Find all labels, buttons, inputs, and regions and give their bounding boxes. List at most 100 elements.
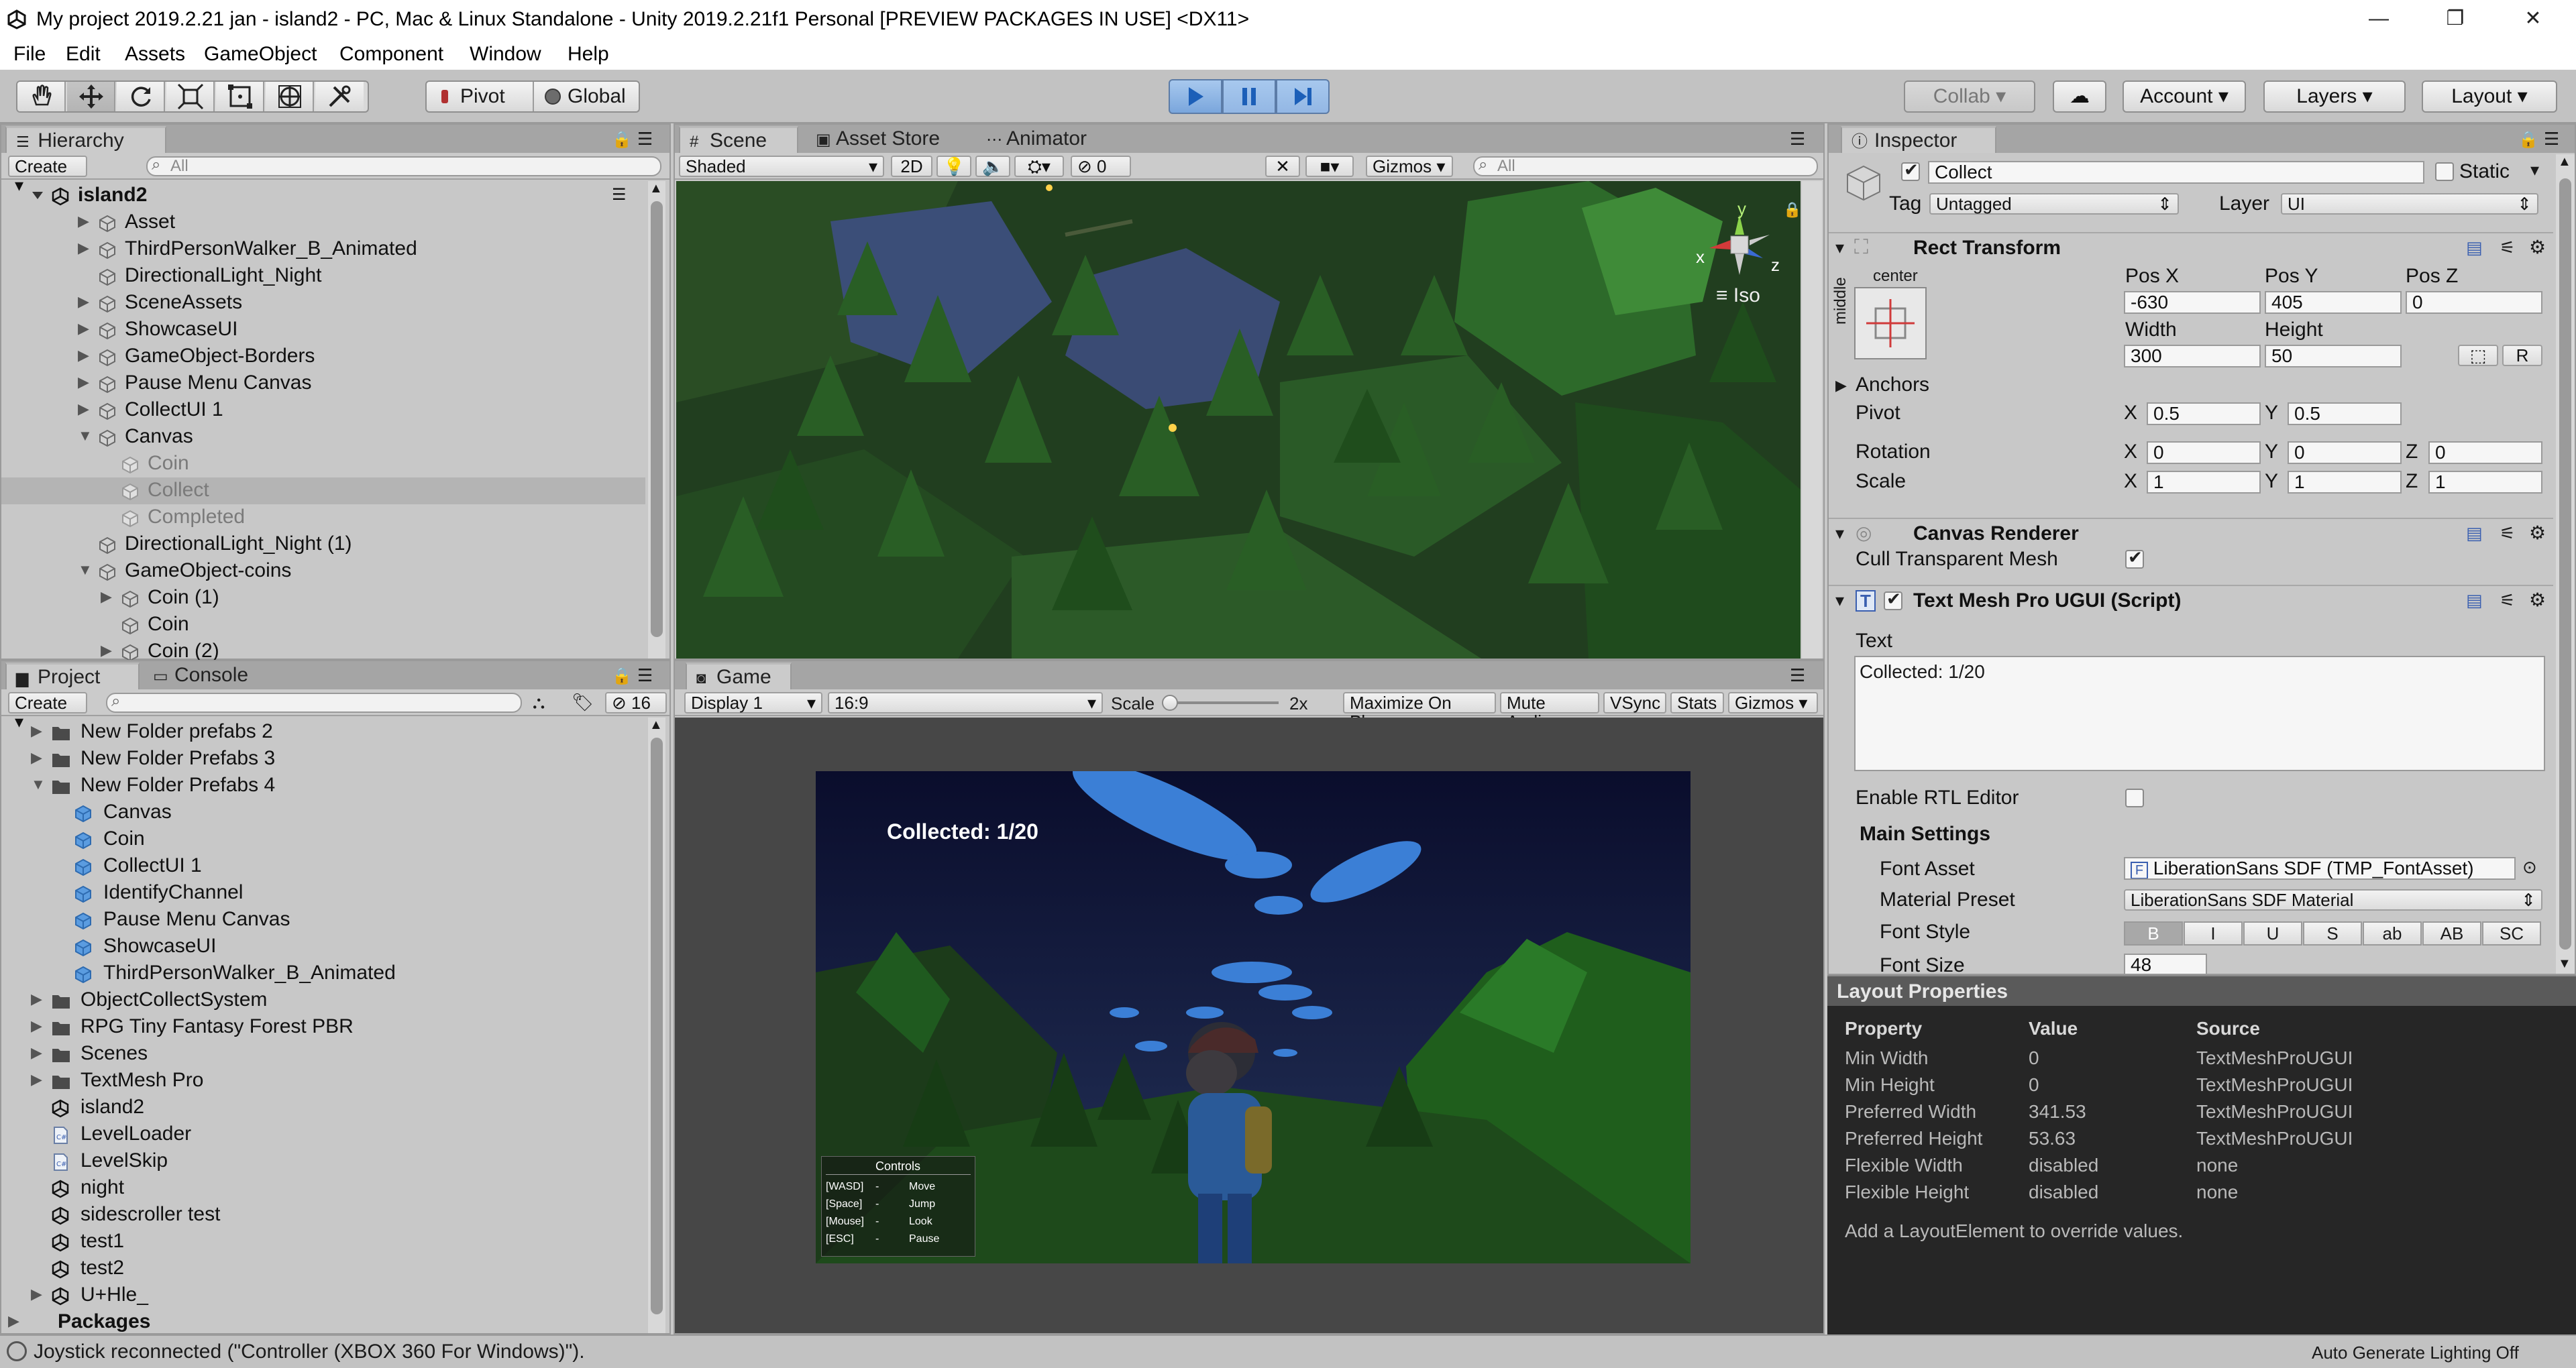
font-size-field[interactable]: 48: [2124, 954, 2207, 974]
project-item[interactable]: C# LevelSkip: [1, 1148, 645, 1175]
raw-edit-button[interactable]: R: [2502, 345, 2542, 366]
scale-slider[interactable]: [1162, 695, 1279, 711]
hand-tool-icon[interactable]: [17, 82, 66, 111]
rtl-editor-checkbox[interactable]: [2125, 789, 2144, 807]
font-style-button[interactable]: ab: [2363, 921, 2422, 946]
menu-gameobject[interactable]: GameObject: [204, 43, 317, 66]
scroll-down-icon[interactable]: ▼: [2558, 956, 2571, 972]
move-tool-icon[interactable]: [67, 82, 115, 111]
font-asset-field[interactable]: F LiberationSans SDF (TMP_FontAsset): [2124, 857, 2516, 880]
rot-z-field[interactable]: 0: [2428, 441, 2542, 464]
scroll-up-icon[interactable]: ▲: [2558, 154, 2571, 170]
project-item[interactable]: island2: [1, 1094, 645, 1121]
help-book-icon[interactable]: ▤: [2466, 523, 2483, 544]
scale-y-field[interactable]: 1: [2288, 471, 2402, 494]
custom-tool-icon[interactable]: [315, 82, 364, 111]
font-style-button[interactable]: S: [2303, 921, 2362, 946]
layer-dropdown[interactable]: UI ⇕: [2281, 193, 2538, 215]
tab-animator[interactable]: ⋯ Animator: [977, 126, 1096, 153]
menu-assets[interactable]: Assets: [125, 43, 185, 66]
tab-scene[interactable]: # Scene: [679, 126, 798, 153]
panel-menu-icon[interactable]: ☰: [2544, 129, 2559, 150]
hierarchy-item[interactable]: ▶ ShowcaseUI: [1, 317, 645, 343]
hierarchy-item[interactable]: Collect: [1, 477, 645, 504]
mute-audio-toggle[interactable]: Mute Audio: [1500, 692, 1599, 731]
project-item[interactable]: test2: [1, 1255, 645, 1282]
hierarchy-create-dropdown[interactable]: Create ▾: [8, 156, 87, 194]
collapsed-arrow-icon[interactable]: ▶: [78, 401, 91, 417]
static-checkbox[interactable]: [2435, 162, 2454, 181]
project-item[interactable]: ▶ Packages: [1, 1309, 645, 1333]
lock-icon[interactable]: 🔒: [612, 667, 632, 686]
rect-tool-icon[interactable]: [216, 82, 264, 111]
anchor-preset-button[interactable]: [1854, 287, 1927, 359]
scene-root-row[interactable]: island2 ☰: [1, 182, 645, 209]
help-book-icon[interactable]: ▤: [2466, 590, 2483, 611]
project-create-dropdown[interactable]: Create ▾: [8, 692, 87, 731]
hierarchy-item[interactable]: ▶ SceneAssets: [1, 290, 645, 317]
preset-sliders-icon[interactable]: ⚟: [2500, 237, 2515, 258]
search-by-label-icon[interactable]: 🏷: [572, 692, 594, 713]
lighting-icon[interactable]: 💡: [936, 156, 971, 177]
project-item[interactable]: ▶ New Folder Prefabs 3: [1, 746, 645, 773]
hierarchy-item[interactable]: ▶ GameObject-Borders: [1, 343, 645, 370]
collapsed-arrow-icon[interactable]: ▶: [31, 1286, 44, 1302]
panel-menu-icon[interactable]: ☰: [1790, 129, 1805, 150]
tmp-header[interactable]: ▾ T Text Mesh Pro UGUI (Script) ▤ ⚟ ⚙: [1829, 585, 2553, 617]
hierarchy-item[interactable]: Coin: [1, 612, 645, 638]
iso-toggle[interactable]: ≡ Iso: [1716, 284, 1760, 307]
tab-asset-store[interactable]: ▣ Asset Store: [806, 126, 949, 153]
menu-window[interactable]: Window: [470, 43, 541, 66]
project-item[interactable]: ▶ RPG Tiny Fantasy Forest PBR: [1, 1014, 645, 1041]
rotate-tool-icon[interactable]: [117, 82, 165, 111]
project-item[interactable]: ▶ TextMesh Pro: [1, 1068, 645, 1094]
canvas-renderer-header[interactable]: ▾ ◎ Canvas Renderer ▤ ⚟ ⚙: [1829, 518, 2553, 550]
pause-button[interactable]: [1222, 79, 1276, 114]
scene-search-input[interactable]: ⌕ All: [1473, 156, 1818, 176]
project-item[interactable]: Coin: [1, 826, 645, 853]
scale-tool-icon[interactable]: [166, 82, 215, 111]
layout-properties-header[interactable]: Layout Properties: [1827, 975, 2576, 1006]
pivot-y-field[interactable]: 0.5: [2288, 402, 2402, 425]
collapsed-arrow-icon[interactable]: ▶: [78, 213, 91, 229]
hierarchy-item[interactable]: ▶ Pause Menu Canvas: [1, 370, 645, 397]
game-gizmos-dropdown[interactable]: Gizmos ▾: [1728, 692, 1818, 714]
lock-icon[interactable]: 🔒: [2518, 130, 2538, 150]
project-scrollbar[interactable]: ▲: [648, 718, 665, 1333]
tab-game[interactable]: ◙ Game: [686, 663, 792, 689]
project-item[interactable]: CollectUI 1: [1, 853, 645, 880]
blueprint-mode-button[interactable]: ⬚: [2458, 345, 2498, 366]
collapsed-arrow-icon[interactable]: ▶: [78, 240, 91, 256]
panel-menu-icon[interactable]: ☰: [637, 129, 653, 150]
collapsed-arrow-icon[interactable]: ▶: [31, 750, 44, 766]
width-field[interactable]: 300: [2124, 345, 2261, 367]
hierarchy-item[interactable]: ▼ GameObject-coins: [1, 558, 645, 585]
project-item[interactable]: ▶ New Folder prefabs 2: [1, 719, 645, 746]
collapsed-arrow-icon[interactable]: ▶: [31, 1072, 44, 1088]
layers-dropdown[interactable]: Layers ▾: [2263, 80, 2406, 113]
collapsed-arrow-icon[interactable]: ▶: [78, 321, 91, 337]
font-style-button[interactable]: I: [2184, 921, 2243, 946]
collapsed-arrow-icon[interactable]: ▶: [78, 347, 91, 363]
collapsed-arrow-icon[interactable]: ▶: [31, 1018, 44, 1034]
hierarchy-scroll-thumb[interactable]: [651, 201, 663, 637]
panel-menu-icon[interactable]: ☰: [1790, 665, 1805, 686]
project-item[interactable]: ShowcaseUI: [1, 933, 645, 960]
material-preset-dropdown[interactable]: LiberationSans SDF Material ⇕: [2124, 889, 2542, 911]
step-button[interactable]: [1276, 79, 1330, 114]
project-scroll-thumb[interactable]: [651, 738, 663, 1314]
expanded-arrow-icon[interactable]: ▼: [31, 777, 46, 793]
orientation-gizmo[interactable]: y x z ≡ Iso: [1696, 198, 1783, 308]
tag-dropdown[interactable]: Untagged ⇕: [1929, 193, 2179, 215]
anchors-expand-arrow-icon[interactable]: ▶: [1835, 377, 1847, 394]
display-dropdown[interactable]: Display 1 ▾: [684, 692, 822, 714]
menu-help[interactable]: Help: [568, 43, 609, 66]
project-item[interactable]: night: [1, 1175, 645, 1202]
inspector-scrollbar[interactable]: ▲ ▼: [2556, 154, 2575, 974]
scroll-up-icon[interactable]: ▲: [649, 181, 663, 196]
scene-scrollbar[interactable]: [1802, 181, 1822, 659]
rot-y-field[interactable]: 0: [2288, 441, 2402, 464]
panel-menu-icon[interactable]: ☰: [637, 665, 653, 686]
height-field[interactable]: 50: [2265, 345, 2402, 367]
hierarchy-scrollbar[interactable]: ▲: [648, 181, 665, 659]
